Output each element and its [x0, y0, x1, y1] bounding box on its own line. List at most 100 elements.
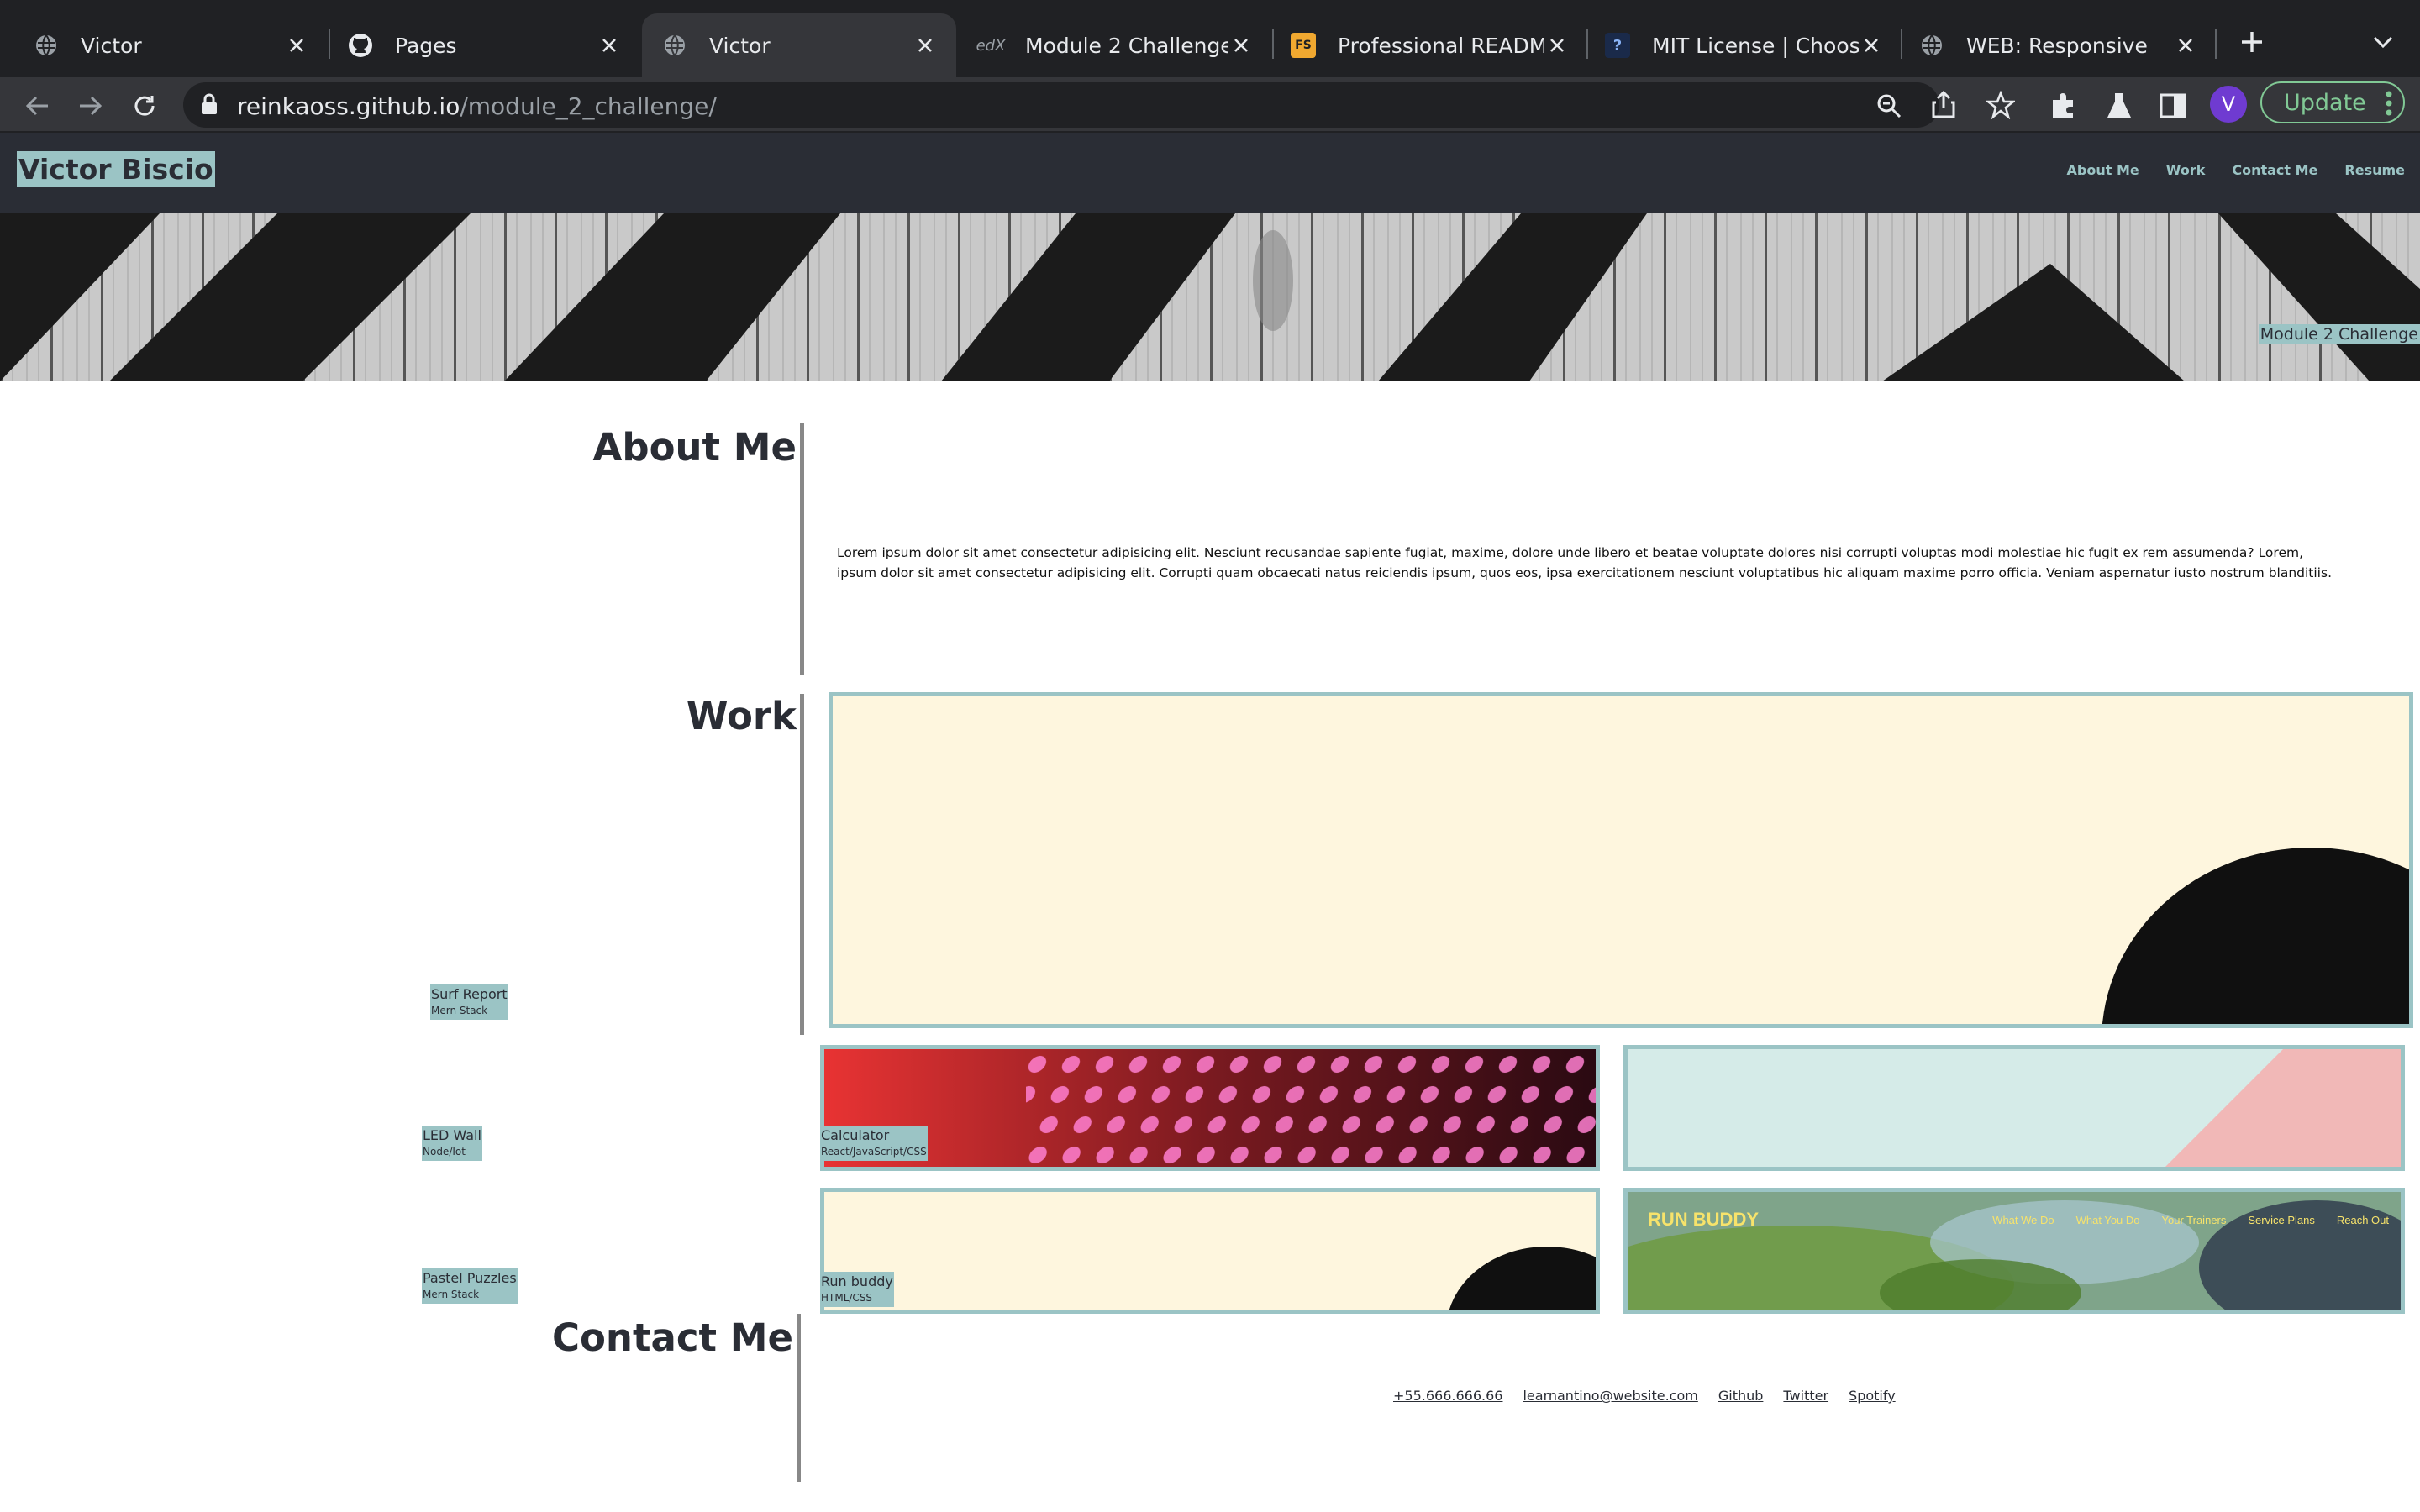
close-tab-icon[interactable] [913, 33, 938, 58]
update-label: Update [2284, 89, 2366, 116]
runbuddy-nav-item: Reach Out [2336, 1214, 2389, 1226]
browser-tab[interactable]: FS Professional README [1274, 13, 1588, 77]
project-card-featured[interactable] [829, 692, 2413, 1028]
browser-tab[interactable]: ? MIT License | Choose [1588, 13, 1902, 77]
github-icon [348, 33, 373, 58]
edx-icon: edX [976, 36, 1006, 55]
nav-link-work[interactable]: Work [2166, 162, 2206, 178]
browser-tab[interactable]: Pages [314, 13, 640, 77]
project-thumbnail [1628, 1049, 2401, 1167]
forward-arrow-icon[interactable] [72, 87, 109, 124]
close-tab-icon[interactable] [1544, 33, 1570, 58]
project-thumbnail [824, 1192, 1596, 1310]
question-icon: ? [1605, 33, 1630, 58]
project-label: LED Wall Node/Iot [422, 1126, 482, 1161]
tab-title: WEB: Responsive [1966, 33, 2148, 58]
project-subtitle: Node/Iot [423, 1146, 466, 1158]
tab-title: Professional README [1338, 33, 1544, 58]
project-title: Surf Report [431, 986, 508, 1002]
nav-link-about[interactable]: About Me [2067, 162, 2139, 178]
url-host: reinkaoss.github.io [237, 92, 460, 120]
about-title: About Me [592, 425, 797, 470]
nav-link-contact[interactable]: Contact Me [2232, 162, 2317, 178]
globe-icon [1919, 33, 1944, 58]
project-label: Pastel Puzzles Mern Stack [422, 1268, 518, 1304]
project-card[interactable] [820, 1188, 1600, 1314]
contact-twitter-link[interactable]: Twitter [1783, 1388, 1828, 1404]
runbuddy-nav-item: What We Do [1992, 1214, 2054, 1226]
contact-spotify-link[interactable]: Spotify [1849, 1388, 1896, 1404]
project-subtitle: HTML/CSS [821, 1292, 873, 1304]
browser-tab[interactable]: edX Module 2 Challenge [958, 13, 1272, 77]
browser-tab-strip: Victor Pages Victor edX Module 2 Challen… [0, 0, 2420, 77]
runbuddy-nav-item: Service Plans [2248, 1214, 2315, 1226]
site-header: Victor Biscio About Me Work Contact Me R… [0, 133, 2420, 213]
project-title: Pastel Puzzles [423, 1270, 517, 1286]
runbuddy-nav: What We Do What You Do Your Trainers Ser… [1992, 1214, 2389, 1226]
bookmark-star-icon[interactable] [1985, 90, 2017, 123]
project-thumbnail [833, 696, 2409, 1024]
new-tab-icon[interactable] [2235, 20, 2269, 64]
browser-toolbar: reinkaoss.github.io/module_2_challenge/ … [0, 77, 2420, 133]
kebab-menu-icon[interactable] [2385, 90, 2393, 123]
browser-tab-active[interactable]: Victor [642, 13, 956, 77]
hero-tag: Module 2 Challenge [2258, 324, 2420, 344]
browser-tab[interactable]: Victor [0, 13, 328, 77]
close-tab-icon[interactable] [1859, 33, 1884, 58]
address-bar[interactable]: reinkaoss.github.io/module_2_challenge/ [183, 82, 2017, 128]
browser-tab[interactable]: WEB: Responsive [1902, 13, 2217, 77]
runbuddy-brand: RUN BUDDY [1648, 1209, 1759, 1230]
labs-flask-icon[interactable] [2101, 87, 2138, 124]
lock-icon[interactable] [200, 92, 218, 119]
tab-title: Module 2 Challenge [1025, 33, 1228, 58]
extensions-puzzle-icon[interactable] [2045, 87, 2082, 124]
chevron-down-icon[interactable] [2366, 25, 2400, 59]
project-title: LED Wall [423, 1127, 481, 1143]
tab-title: Victor [709, 33, 771, 58]
close-tab-icon[interactable] [284, 33, 309, 58]
update-button[interactable]: Update [2260, 81, 2405, 123]
url-text: reinkaoss.github.io/module_2_challenge/ [237, 92, 717, 120]
contact-divider [797, 1314, 801, 1482]
project-card[interactable]: RUN BUDDY What We Do What You Do Your Tr… [1623, 1188, 2405, 1314]
fs-icon: FS [1291, 33, 1316, 58]
project-card[interactable] [820, 1045, 1600, 1171]
side-panel-icon[interactable] [2154, 87, 2191, 124]
hero-banner: Module 2 Challenge [0, 213, 2420, 381]
close-tab-icon[interactable] [1228, 33, 1254, 58]
share-icon[interactable] [1931, 90, 1956, 123]
zoom-icon[interactable] [1876, 92, 1902, 123]
back-arrow-icon[interactable] [18, 87, 55, 124]
project-label: Run buddy HTML/CSS [820, 1272, 894, 1307]
url-path: /module_2_challenge/ [460, 92, 717, 120]
project-label: Surf Report Mern Stack [430, 984, 508, 1020]
project-subtitle: Mern Stack [423, 1289, 480, 1300]
contact-github-link[interactable]: Github [1718, 1388, 1764, 1404]
close-tab-icon[interactable] [597, 33, 622, 58]
globe-icon [662, 33, 687, 58]
hero-image [0, 213, 2420, 381]
reload-icon[interactable] [126, 87, 163, 124]
tab-separator [2215, 29, 2217, 59]
project-title: Calculator [821, 1127, 890, 1143]
contact-email-link[interactable]: learnantino@website.com [1523, 1388, 1697, 1404]
contact-links: +55.666.666.66 learnantino@website.com G… [1393, 1388, 1896, 1404]
project-thumbnail [824, 1049, 1596, 1167]
runbuddy-nav-item: What You Do [2075, 1214, 2140, 1226]
work-title: Work [686, 694, 797, 738]
site-nav: About Me Work Contact Me Resume [2067, 162, 2405, 178]
globe-icon [34, 33, 59, 58]
tab-title: MIT License | Choose [1652, 33, 1859, 58]
tab-title: Victor [81, 33, 142, 58]
project-title: Run buddy [821, 1273, 893, 1289]
project-card[interactable] [1623, 1045, 2405, 1171]
about-paragraph: Lorem ipsum dolor sit amet consectetur a… [837, 544, 2332, 580]
work-divider [800, 694, 804, 1035]
close-tab-icon[interactable] [2173, 33, 2198, 58]
contact-phone-link[interactable]: +55.666.666.66 [1393, 1388, 1502, 1404]
site-name: Victor Biscio [17, 151, 215, 187]
runbuddy-nav-item: Your Trainers [2161, 1214, 2227, 1226]
project-subtitle: Mern Stack [431, 1005, 488, 1016]
nav-link-resume[interactable]: Resume [2344, 162, 2405, 178]
profile-avatar[interactable]: V [2210, 86, 2247, 123]
